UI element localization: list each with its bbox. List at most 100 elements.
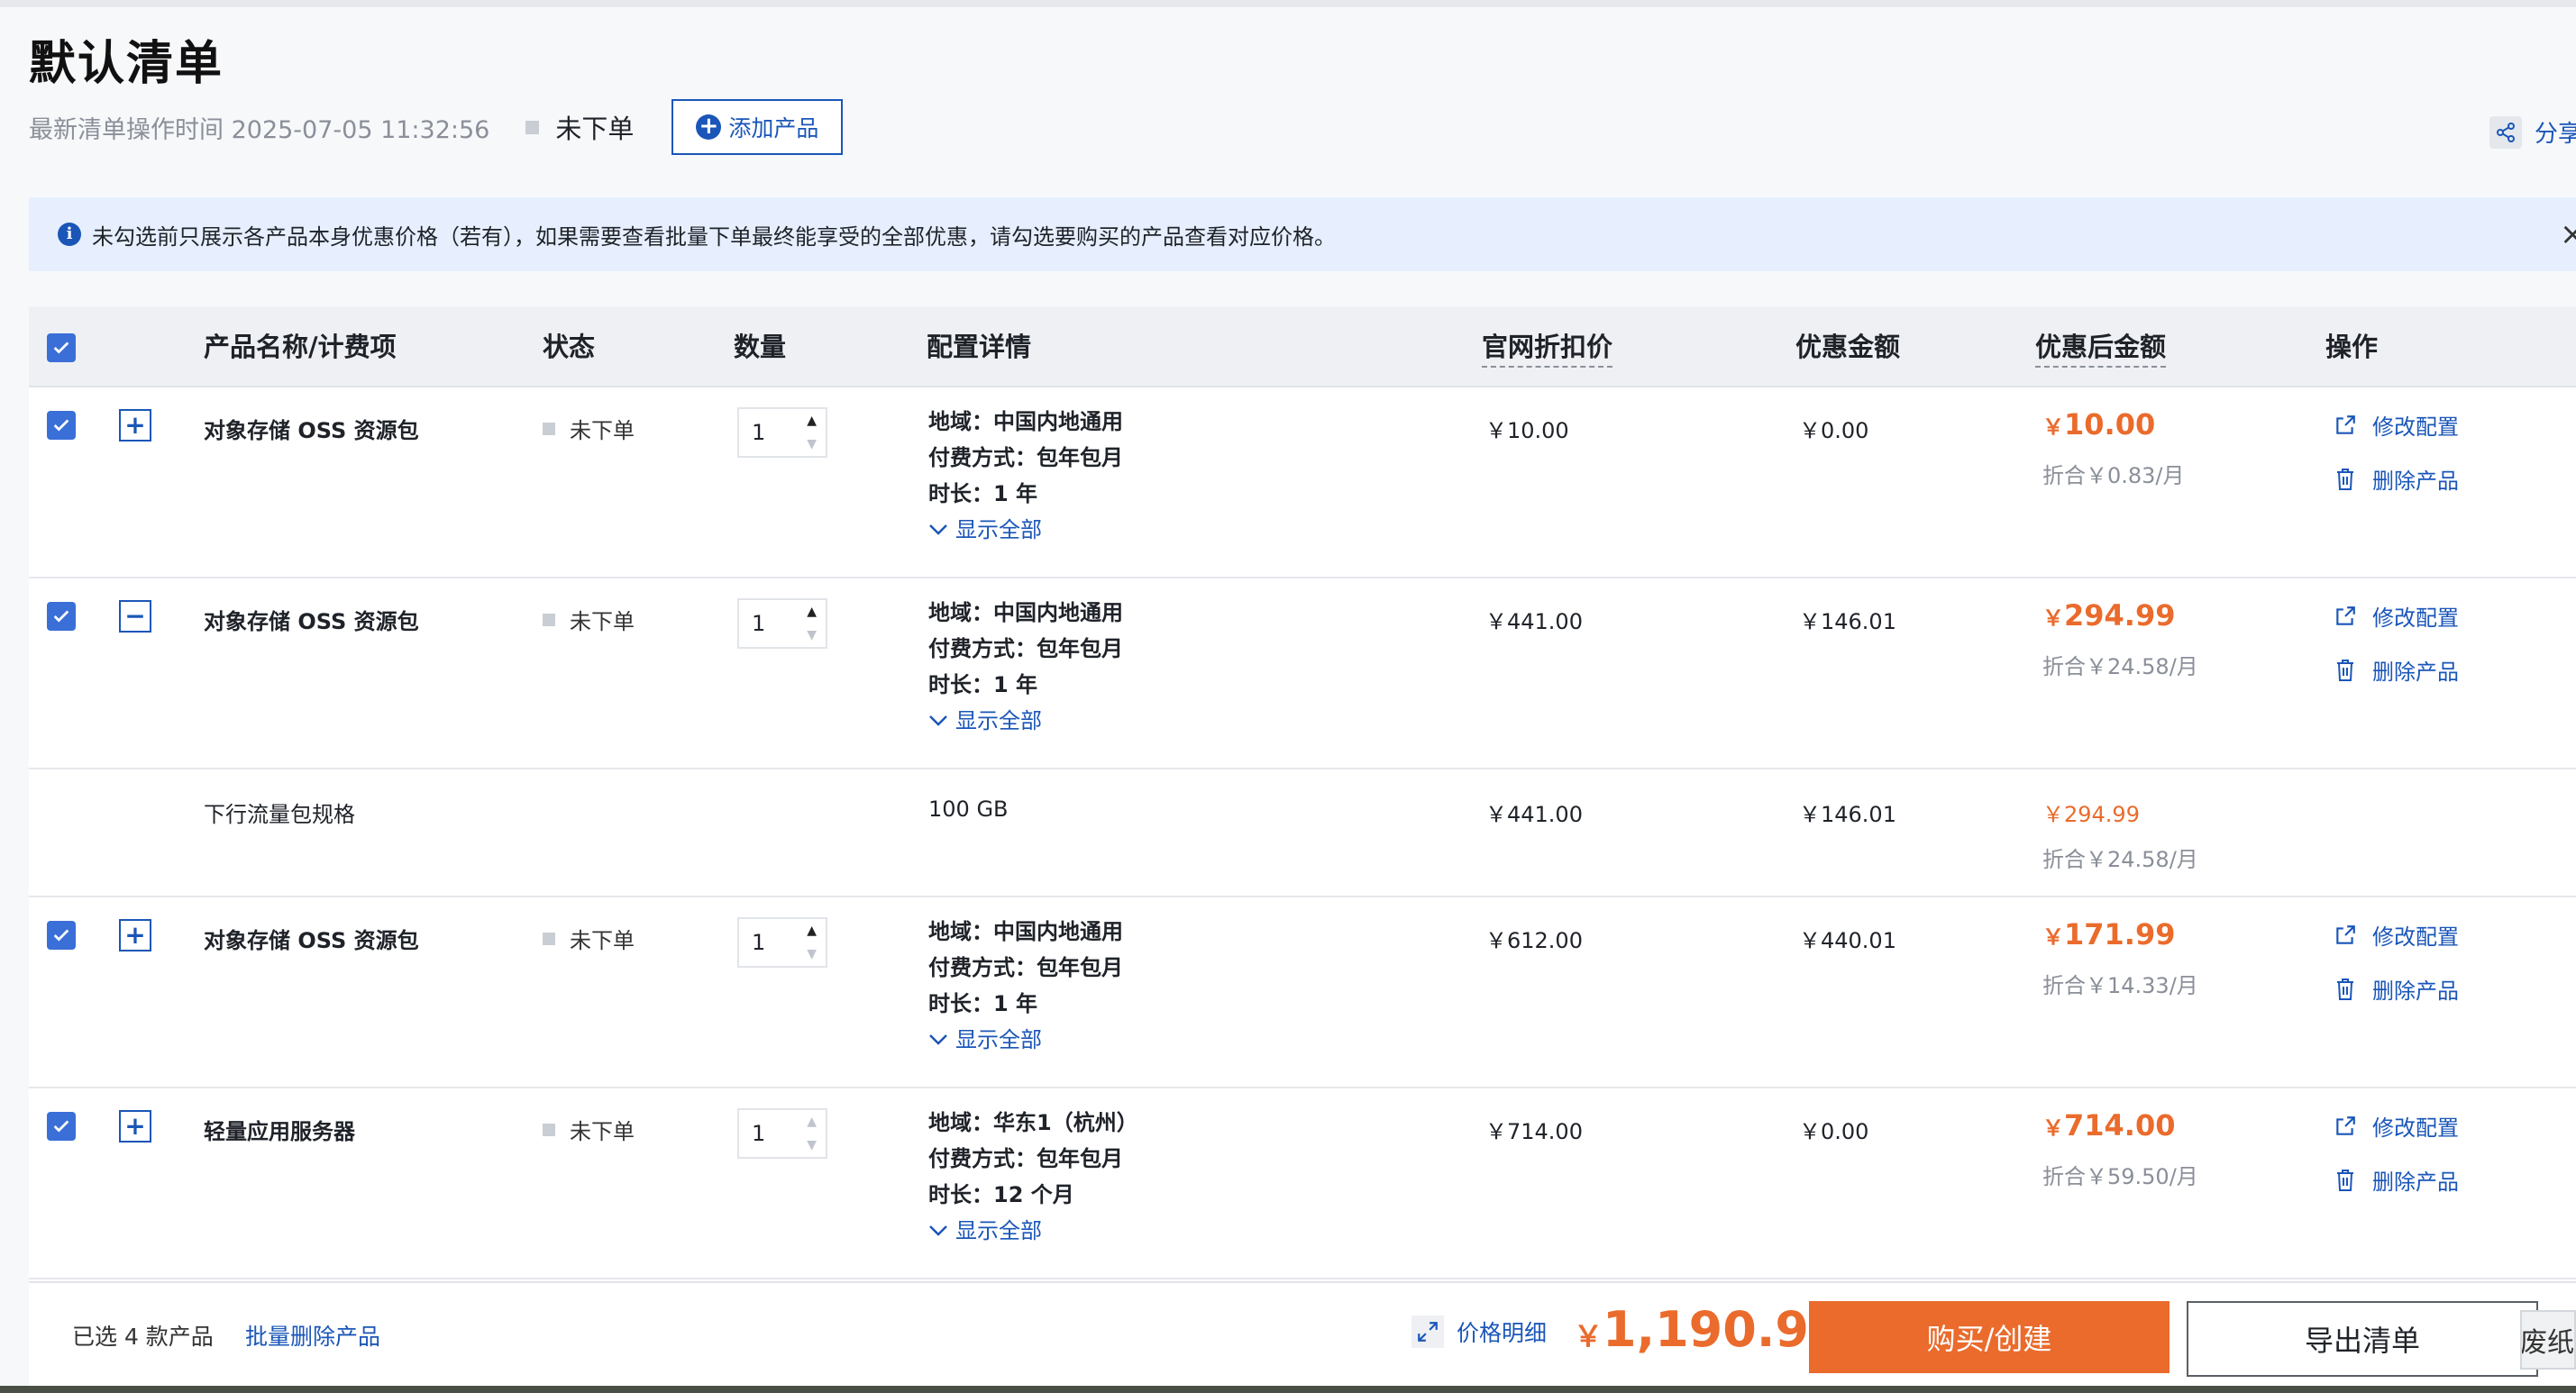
after-discount-price: ￥294.99	[2042, 598, 2175, 633]
buy-create-button[interactable]: 购买/创建	[1809, 1301, 2170, 1373]
check-icon	[53, 1120, 69, 1133]
decrement-icon[interactable]: ▼	[807, 948, 817, 961]
decrement-icon[interactable]: ▼	[807, 629, 817, 642]
add-product-button[interactable]: + 添加产品	[671, 99, 844, 155]
show-all-link[interactable]: 显示全部	[928, 512, 1123, 548]
quantity-stepper[interactable]: 1 ▲ ▼	[737, 1108, 827, 1159]
delete-product-button[interactable]: 删除产品	[2333, 463, 2459, 495]
edit-config-button[interactable]: 修改配置	[2333, 409, 2459, 441]
external-link-icon	[2333, 413, 2358, 438]
show-all-link[interactable]: 显示全部	[928, 1213, 1138, 1249]
check-icon	[53, 929, 69, 942]
trash-bin-button[interactable]: 废纸	[2520, 1310, 2576, 1370]
currency-symbol: ￥	[2042, 414, 2064, 440]
config-line: 付费方式：包年包月	[928, 955, 1123, 980]
product-table: 产品名称/计费项 状态 数量 配置详情 官网折扣价 优惠金额 优惠后金额 操作 …	[29, 306, 2576, 1281]
delete-product-label: 删除产品	[2372, 660, 2459, 685]
header-after-discount[interactable]: 优惠后金额	[2035, 306, 2167, 387]
top-border	[0, 0, 2576, 7]
expand-row-button[interactable]: +	[119, 919, 151, 951]
list-meta-row: 最新清单操作时间 2025-07-05 11:32:56 未下单 + 添加产品	[29, 99, 844, 155]
quantity-value: 1	[752, 420, 766, 445]
edit-config-button[interactable]: 修改配置	[2333, 919, 2459, 951]
currency-symbol: ￥	[2042, 924, 2064, 950]
config-details: 地域：中国内地通用 付费方式：包年包月 时长：1 年 显示全部	[928, 404, 1123, 548]
status-dot-icon	[543, 613, 555, 626]
last-operation-time: 最新清单操作时间 2025-07-05 11:32:56	[29, 115, 490, 144]
show-all-link[interactable]: 显示全部	[928, 1022, 1123, 1058]
row-status-label: 未下单	[570, 418, 635, 443]
config-line: 付费方式：包年包月	[928, 445, 1123, 470]
total-price: ￥1,190.98	[1574, 1301, 1842, 1358]
delete-product-button[interactable]: 删除产品	[2333, 654, 2459, 686]
row-status: 未下单	[543, 1114, 635, 1145]
expand-icon: +	[124, 920, 146, 950]
row-checkbox[interactable]	[47, 602, 76, 631]
show-all-label: 显示全部	[955, 1218, 1042, 1243]
billing-item-name: 下行流量包规格	[204, 802, 355, 827]
increment-icon[interactable]: ▲	[807, 924, 817, 937]
row-checkbox[interactable]	[47, 1112, 76, 1141]
billing-item-config: 100 GB	[928, 797, 1009, 822]
header-list-price[interactable]: 官网折扣价	[1482, 306, 1613, 387]
config-line: 地域：中国内地通用	[928, 919, 1123, 944]
table-row: + 轻量应用服务器 未下单 1 ▲ ▼ 地域：华东1（杭州） 付费方式：包年包月…	[29, 1088, 2576, 1279]
increment-icon[interactable]: ▲	[807, 605, 817, 618]
status-dot-icon	[543, 422, 555, 435]
expand-icon: +	[124, 1111, 146, 1141]
expand-row-button[interactable]: +	[119, 409, 151, 442]
row-checkbox[interactable]	[47, 411, 76, 440]
quantity-stepper[interactable]: 1 ▲ ▼	[737, 407, 827, 458]
billing-item-row: 下行流量包规格 100 GB ￥441.00 ￥146.01 ￥294.99 折…	[29, 769, 2576, 897]
row-checkbox[interactable]	[47, 921, 76, 950]
per-month-price: 折合￥14.33/月	[2042, 973, 2198, 998]
show-all-link[interactable]: 显示全部	[928, 703, 1123, 739]
currency-symbol: ￥	[2042, 1115, 2064, 1141]
collapse-icon: −	[124, 601, 146, 631]
list-price: ￥441.00	[1485, 609, 1583, 634]
export-list-button[interactable]: 导出清单	[2187, 1301, 2538, 1377]
header-operations: 操作	[2325, 332, 2379, 362]
decrement-icon[interactable]: ▼	[807, 1139, 817, 1152]
after-discount-value: 294.99	[2064, 598, 2176, 633]
edit-config-button[interactable]: 修改配置	[2333, 1110, 2459, 1142]
quantity-value: 1	[752, 930, 766, 955]
chevron-down-icon	[929, 524, 947, 535]
quantity-stepper[interactable]: 1 ▲ ▼	[737, 917, 827, 968]
desktop-strip	[0, 1386, 2576, 1393]
chevron-down-icon	[929, 1225, 947, 1236]
discount-amount: ￥0.00	[1799, 418, 1869, 443]
increment-icon[interactable]: ▲	[807, 1115, 817, 1128]
delete-product-button[interactable]: 删除产品	[2333, 973, 2459, 1005]
edit-config-label: 修改配置	[2372, 924, 2459, 950]
config-line: 地域：中国内地通用	[928, 409, 1123, 434]
selected-count: 已选 4 款产品	[72, 1324, 214, 1350]
price-detail-button[interactable]: 价格明细	[1411, 1316, 1547, 1348]
collapse-row-button[interactable]: −	[119, 600, 151, 633]
table-row: + 对象存储 OSS 资源包 未下单 1 ▲ ▼ 地域：中国内地通用 付费方式：…	[29, 387, 2576, 578]
config-details: 地域：华东1（杭州） 付费方式：包年包月 时长：12 个月 显示全部	[928, 1105, 1138, 1249]
expand-row-button[interactable]: +	[119, 1110, 151, 1143]
quantity-stepper[interactable]: 1 ▲ ▼	[737, 598, 827, 649]
close-icon[interactable]: ×	[2560, 219, 2576, 250]
list-status: 未下单	[555, 114, 635, 144]
select-all-checkbox[interactable]	[47, 333, 76, 362]
list-price: ￥612.00	[1485, 928, 1583, 953]
trash-icon	[2333, 658, 2358, 683]
discount-amount: ￥146.01	[1799, 609, 1896, 634]
batch-delete-link[interactable]: 批量删除产品	[245, 1319, 380, 1352]
per-month-price: 折合￥59.50/月	[2042, 1164, 2198, 1189]
share-button[interactable]: 分享	[2489, 115, 2576, 149]
trash-icon	[2333, 977, 2358, 1002]
decrement-icon[interactable]: ▼	[807, 438, 817, 451]
discount-amount: ￥0.00	[1799, 1119, 1869, 1144]
delete-product-button[interactable]: 删除产品	[2333, 1164, 2459, 1196]
currency-symbol: ￥	[2042, 605, 2064, 631]
increment-icon[interactable]: ▲	[807, 414, 817, 427]
row-status: 未下单	[543, 413, 635, 444]
total-price-value: 1,190.98	[1603, 1301, 1843, 1358]
after-discount-value: 171.99	[2064, 917, 2176, 951]
edit-config-label: 修改配置	[2372, 605, 2459, 631]
edit-config-button[interactable]: 修改配置	[2333, 600, 2459, 632]
delete-product-label: 删除产品	[2372, 469, 2459, 494]
